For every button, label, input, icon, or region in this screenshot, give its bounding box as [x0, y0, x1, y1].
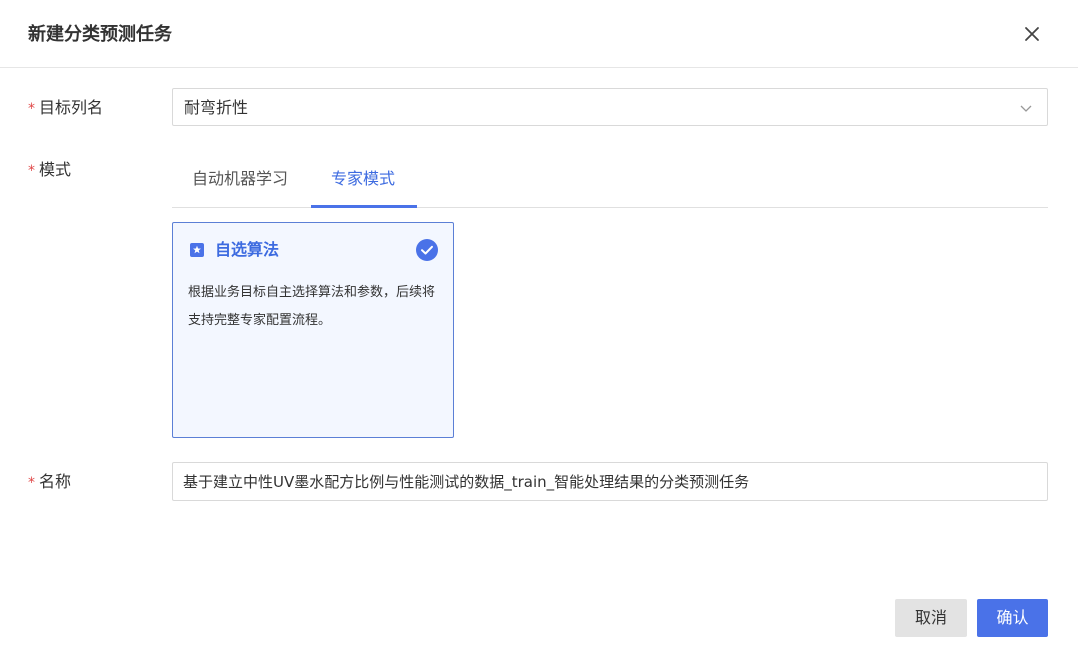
- check-circle-icon: [416, 239, 438, 261]
- chevron-down-icon: [1020, 105, 1032, 112]
- target-column-value: 耐弯折性: [184, 98, 249, 117]
- card-title: 自选算法: [215, 240, 280, 259]
- target-column-label-text: 目标列名: [39, 98, 104, 117]
- star-square-icon: [190, 243, 204, 257]
- close-button[interactable]: [1020, 22, 1044, 46]
- active-tab-indicator: [311, 205, 417, 208]
- name-label-text: 名称: [39, 472, 72, 491]
- confirm-button[interactable]: 确认: [977, 599, 1048, 637]
- card-description: 根据业务目标自主选择算法和参数，后续将支持完整专家配置流程。: [188, 285, 436, 328]
- dialog-header: 新建分类预测任务: [0, 0, 1078, 68]
- custom-algorithm-card[interactable]: 自选算法 根据业务目标自主选择算法和参数，后续将支持完整专家配置流程。: [172, 222, 454, 438]
- mode-label: * 模式: [28, 159, 71, 182]
- tab-automl[interactable]: 自动机器学习: [192, 168, 288, 190]
- target-column-select[interactable]: 耐弯折性: [172, 88, 1048, 126]
- name-label: * 名称: [28, 471, 71, 494]
- mode-tabs: 自动机器学习 专家模式: [172, 150, 1048, 208]
- dialog-title: 新建分类预测任务: [28, 24, 172, 45]
- required-mark: *: [28, 163, 35, 179]
- cancel-button[interactable]: 取消: [895, 599, 967, 637]
- target-column-label: * 目标列名: [28, 97, 103, 120]
- task-name-input[interactable]: [172, 462, 1048, 501]
- close-icon: [1025, 27, 1039, 41]
- tab-expert-mode[interactable]: 专家模式: [331, 168, 395, 190]
- required-mark: *: [28, 475, 35, 491]
- mode-label-text: 模式: [39, 160, 72, 179]
- required-mark: *: [28, 101, 35, 117]
- new-classification-task-dialog: 新建分类预测任务 * 目标列名 耐弯折性 * 模式 自动机器学习 专家模式 自选算法: [0, 0, 1078, 652]
